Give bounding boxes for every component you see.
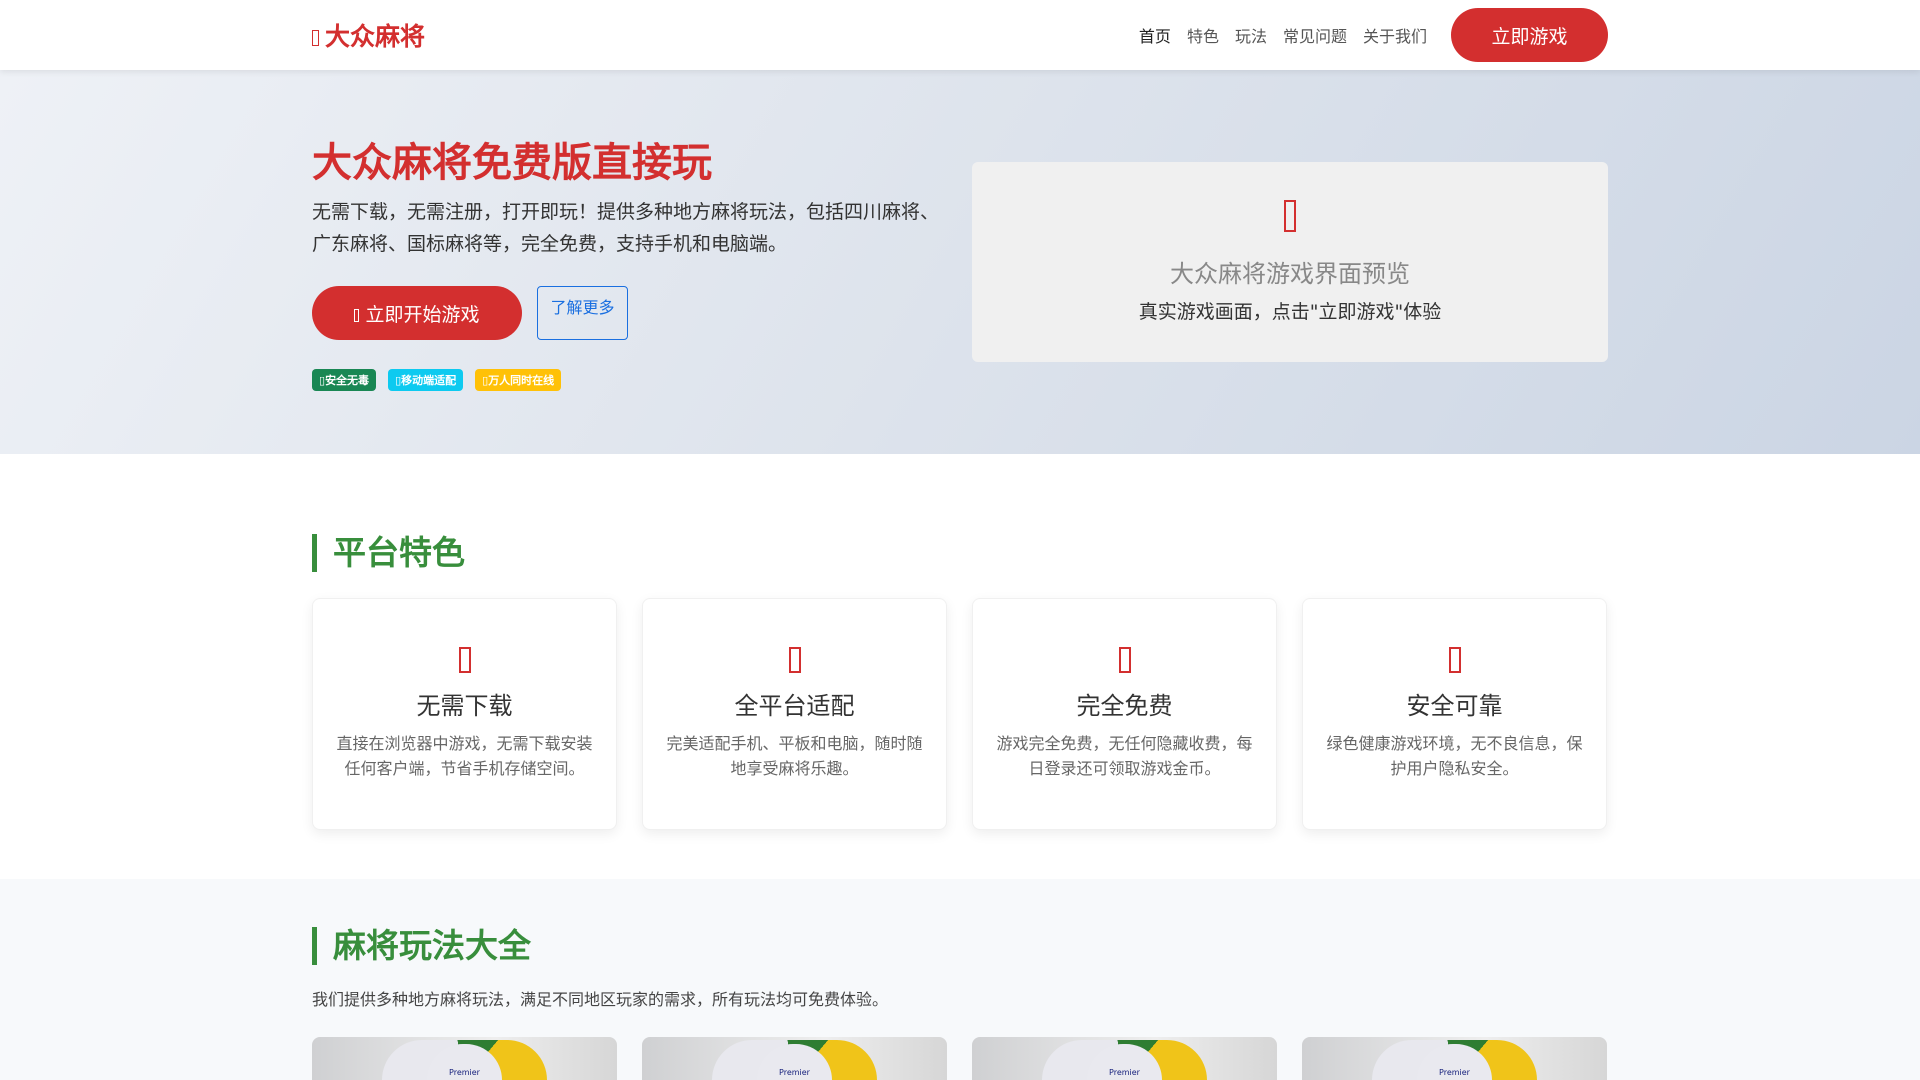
top-nav: 大众麻将 首页 特色 玩法 常见问题 关于我们 立即游戏: [0, 0, 1920, 70]
modes-section: 麻将玩法大全 我们提供多种地方麻将玩法，满足不同地区玩家的需求，所有玩法均可免费…: [0, 879, 1920, 1080]
logo-text: 大众麻将: [325, 22, 426, 51]
nav-about[interactable]: 关于我们: [1363, 23, 1427, 47]
shield-icon: [1448, 647, 1461, 673]
badge-online: ▯万人同时在线: [475, 369, 562, 391]
mode-image[interactable]: Premier: [972, 1037, 1277, 1080]
preview-subtitle: 真实游戏画面，点击"立即游戏"体验: [1138, 301, 1442, 323]
game-icon: [1284, 200, 1296, 232]
nav-faq[interactable]: 常见问题: [1283, 23, 1347, 47]
mode-image[interactable]: Premier: [642, 1037, 947, 1080]
logo[interactable]: 大众麻将: [312, 17, 425, 53]
nav-home[interactable]: 首页: [1139, 23, 1171, 47]
badge-mobile: ▯移动端适配: [388, 369, 464, 391]
mode-image[interactable]: Premier: [1302, 1037, 1607, 1080]
hero: 大众麻将免费版直接玩 无需下载，无需注册，打开即玩！提供多种地方麻将玩法，包括四…: [0, 70, 1920, 454]
image-logo-text: Premier: [1087, 1044, 1162, 1080]
image-logo-text: Premier: [427, 1044, 502, 1080]
ball-image: Premier: [382, 1040, 547, 1080]
hero-desc: 无需下载，无需注册，打开即玩！提供多种地方麻将玩法，包括四川麻将、广东麻将、国标…: [312, 201, 940, 255]
feature-card: 全平台适配完美适配手机、平板和电脑，随时随地享受麻将乐趣。: [642, 598, 947, 830]
feature-title: 无需下载: [416, 692, 513, 720]
nav-features[interactable]: 特色: [1187, 23, 1219, 47]
image-logo-text: Premier: [757, 1044, 832, 1080]
modes-desc: 我们提供多种地方麻将玩法，满足不同地区玩家的需求，所有玩法均可免费体验。: [312, 990, 889, 1009]
preview-title: 大众麻将游戏界面预览: [1170, 260, 1410, 288]
feature-desc: 绿色健康游戏环境，无不良信息，保护用户隐私安全。: [1326, 734, 1583, 778]
download-icon: [458, 647, 471, 673]
start-game-label: 立即开始游戏: [365, 303, 480, 326]
modes-title: 麻将玩法大全: [312, 927, 1608, 965]
ball-image: Premier: [1042, 1040, 1207, 1080]
learn-more-button[interactable]: 了解更多: [537, 286, 628, 340]
free-icon: [1118, 647, 1131, 673]
play-now-button[interactable]: 立即游戏: [1451, 8, 1608, 62]
feature-title: 全平台适配: [734, 692, 855, 720]
nav-modes[interactable]: 玩法: [1235, 23, 1267, 47]
badge-safe: ▯安全无毒: [312, 369, 377, 391]
devices-icon: [788, 647, 801, 673]
features-section: 平台特色 无需下载直接在浏览器中游戏，无需下载安装任何客户端，节省手机存储空间。…: [0, 454, 1920, 879]
mode-image[interactable]: Premier: [312, 1037, 617, 1080]
feature-desc: 直接在浏览器中游戏，无需下载安装任何客户端，节省手机存储空间。: [336, 734, 593, 778]
play-icon: [354, 308, 360, 322]
feature-title: 完全免费: [1076, 692, 1173, 720]
ball-image: Premier: [1372, 1040, 1537, 1080]
image-logo-text: Premier: [1417, 1044, 1492, 1080]
game-preview[interactable]: 大众麻将游戏界面预览 真实游戏画面，点击"立即游戏"体验: [972, 162, 1608, 362]
ball-image: Premier: [712, 1040, 877, 1080]
feature-desc: 游戏完全免费，无任何隐藏收费，每日登录还可领取游戏金币。: [996, 734, 1253, 778]
feature-title: 安全可靠: [1406, 692, 1503, 720]
hero-title: 大众麻将免费版直接玩: [312, 140, 712, 186]
feature-card: 无需下载直接在浏览器中游戏，无需下载安装任何客户端，节省手机存储空间。: [312, 598, 617, 830]
start-game-button[interactable]: 立即开始游戏: [312, 286, 522, 340]
feature-desc: 完美适配手机、平板和电脑，随时随地享受麻将乐趣。: [666, 734, 923, 778]
feature-card: 完全免费游戏完全免费，无任何隐藏收费，每日登录还可领取游戏金币。: [972, 598, 1277, 830]
feature-card: 安全可靠绿色健康游戏环境，无不良信息，保护用户隐私安全。: [1302, 598, 1607, 830]
features-title: 平台特色: [312, 534, 1608, 572]
mahjong-icon: [312, 30, 319, 46]
